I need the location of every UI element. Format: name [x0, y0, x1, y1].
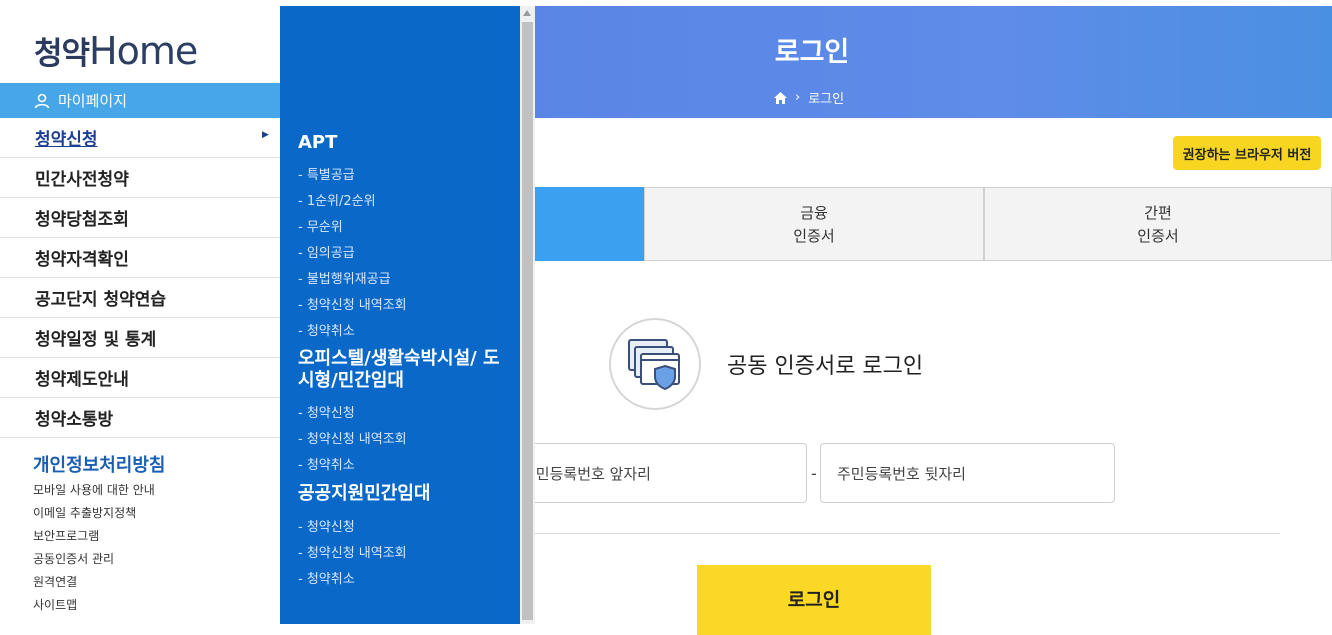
privacy-policy-link[interactable]: 개인정보처리방침: [33, 451, 165, 477]
submenu-item-apply[interactable]: - 청약신청: [298, 516, 355, 535]
sidebar-item-label: 공고단지 청약연습: [35, 290, 167, 310]
sidebar-item-community[interactable]: 청약소통방: [0, 398, 280, 438]
submenu-item-cancel[interactable]: - 청약취소: [298, 568, 355, 587]
rrn-front-placeholder: 주민등록번호 앞자리: [522, 464, 651, 483]
submenu-group-title-public-rental: 공공지원민간임대: [298, 483, 431, 504]
sidebar-item-guide[interactable]: 청약제도안내: [0, 358, 280, 398]
chevron-right-icon: ›: [795, 90, 801, 105]
submenu-group-title-officetel: 오피스텔/생활숙박시설/ 도시형/민간임대: [298, 348, 500, 391]
scroll-thumb[interactable]: [522, 22, 533, 620]
logo-english: Home: [89, 29, 198, 73]
apply-submenu: APT - 특별공급 - 1순위/2순위 - 무순위 - 임의공급 - 불법행위…: [280, 6, 520, 624]
sidebar-item-label: 민간사전청약: [35, 170, 129, 190]
logo-korean: 청약: [34, 36, 90, 72]
tab-joint-cert[interactable]: [520, 187, 644, 261]
tab-simple-line2: 인증서: [1137, 227, 1179, 245]
sidebar-item-pre-subscription[interactable]: 민간사전청약: [0, 158, 280, 198]
divider: [520, 533, 1280, 534]
site-logo[interactable]: 청약Home: [34, 28, 198, 73]
user-icon: [34, 93, 50, 108]
page-title: 로그인: [774, 37, 850, 68]
rrn-back-placeholder: 주민등록번호 뒷자리: [837, 464, 966, 483]
sidebar-item-label: 청약자격확인: [35, 250, 129, 270]
link-email-policy[interactable]: 이메일 추출방지정책: [33, 504, 136, 521]
sidebar-item-label: 청약신청: [35, 130, 98, 150]
tab-finance-cert[interactable]: 금융 인증서: [644, 187, 984, 261]
login-button[interactable]: 로그인: [697, 565, 931, 635]
link-sitemap[interactable]: 사이트맵: [33, 596, 77, 613]
submenu-item-history[interactable]: - 청약신청 내역조회: [298, 542, 407, 561]
rrn-back-input[interactable]: 주민등록번호 뒷자리: [820, 443, 1115, 503]
mypage-link[interactable]: 마이페이지: [0, 83, 280, 118]
submenu-item-cancel[interactable]: - 청약취소: [298, 320, 355, 339]
tab-finance-line2: 인증서: [793, 227, 835, 245]
tab-simple-line1: 간편: [1144, 204, 1172, 222]
breadcrumb: › 로그인: [774, 88, 844, 107]
submenu-item-history[interactable]: - 청약신청 내역조회: [298, 428, 407, 447]
submenu-item-cancel[interactable]: - 청약취소: [298, 454, 355, 473]
submenu-item-special-supply[interactable]: - 특별공급: [298, 164, 355, 183]
submenu-item-history[interactable]: - 청약신청 내역조회: [298, 294, 407, 313]
cert-login-title: 공동 인증서로 로그인: [727, 354, 924, 379]
submenu-item-no-rank[interactable]: - 무순위: [298, 216, 343, 235]
rrn-front-input[interactable]: 주민등록번호 앞자리: [520, 443, 807, 503]
scroll-up-arrow-icon[interactable]: [523, 10, 531, 16]
sidebar-item-schedule[interactable]: 청약일정 및 통계: [0, 318, 280, 358]
breadcrumb-current: 로그인: [808, 92, 845, 107]
link-cert-management[interactable]: 공동인증서 관리: [33, 550, 114, 567]
sidebar-item-winning-lookup[interactable]: 청약당첨조회: [0, 198, 280, 238]
tab-finance-line1: 금융: [800, 204, 828, 222]
submenu-item-apply[interactable]: - 청약신청: [298, 402, 355, 421]
sidebar-item-label: 청약당첨조회: [35, 210, 129, 230]
submenu-item-illegal-resupply[interactable]: - 불법행위재공급: [298, 268, 391, 287]
sidebar-item-label: 청약소통방: [35, 410, 114, 430]
scrollbar[interactable]: [520, 6, 535, 624]
submenu-item-rank[interactable]: - 1순위/2순위: [298, 190, 376, 209]
sidebar-item-apply[interactable]: 청약신청 ▶: [0, 118, 280, 158]
submenu-group-title-apt: APT: [298, 132, 338, 153]
rrn-separator: -: [811, 464, 817, 483]
sidebar-item-label: 청약제도안내: [35, 370, 129, 390]
mypage-label: 마이페이지: [58, 92, 128, 110]
submenu-item-arbitrary[interactable]: - 임의공급: [298, 242, 355, 261]
page-hero: 로그인 › 로그인: [520, 6, 1332, 118]
cert-tabs: 금융 인증서 간편 인증서: [520, 187, 1332, 263]
certificate-icon: [609, 318, 701, 410]
main-content: 로그인 › 로그인 권장하는 브라우저 버전 금융 인증서 간편 인증서 공동: [520, 0, 1332, 635]
sidebar-item-label: 청약일정 및 통계: [35, 330, 157, 350]
home-icon[interactable]: [774, 91, 787, 104]
link-security-program[interactable]: 보안프로그램: [33, 527, 99, 544]
recommended-browser-button[interactable]: 권장하는 브라우저 버전: [1173, 136, 1321, 170]
sidebar-item-eligibility[interactable]: 청약자격확인: [0, 238, 280, 278]
sidebar: 청약Home 마이페이지 청약신청 ▶ 민간사전청약 청약당첨조회 청약자격확인…: [0, 0, 280, 624]
caret-right-icon: ▶: [262, 130, 269, 140]
link-remote[interactable]: 원격연결: [33, 573, 77, 590]
link-mobile-guide[interactable]: 모바일 사용에 대한 안내: [33, 481, 155, 498]
sidebar-item-practice[interactable]: 공고단지 청약연습: [0, 278, 280, 318]
tab-simple-cert[interactable]: 간편 인증서: [984, 187, 1332, 261]
